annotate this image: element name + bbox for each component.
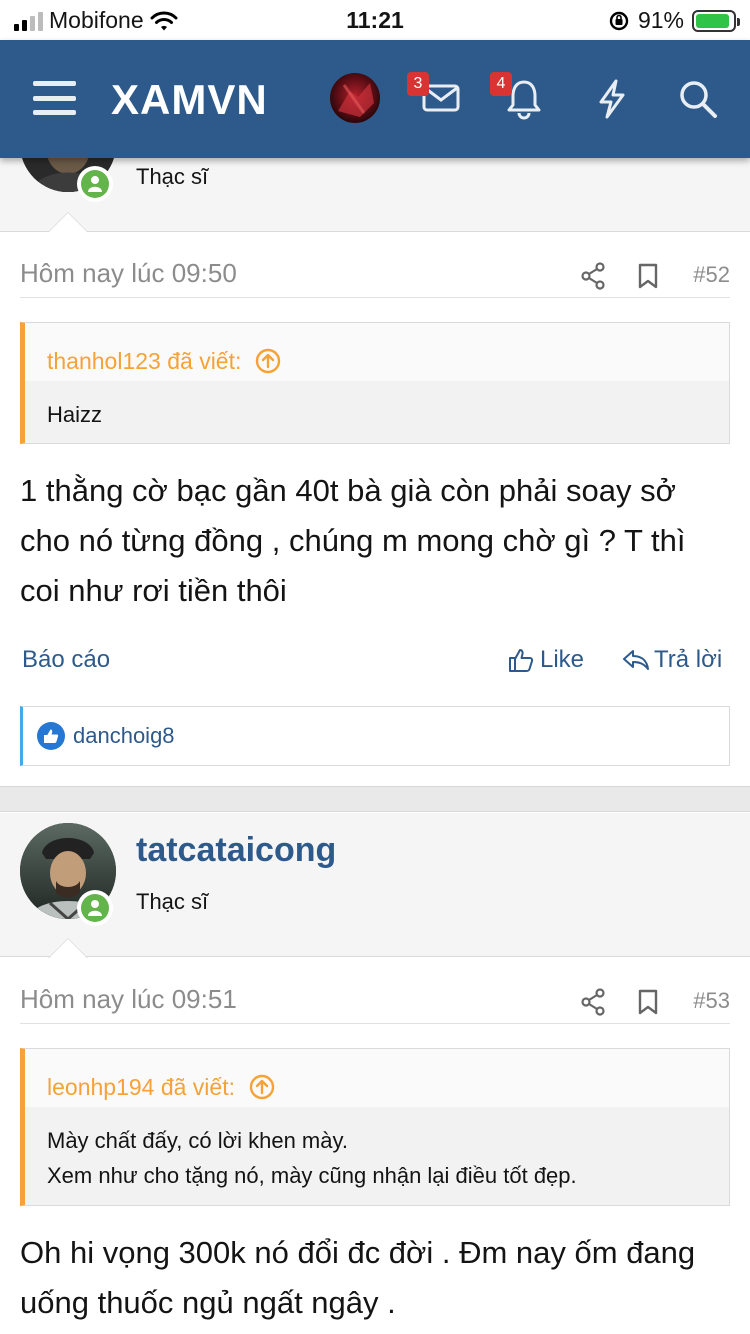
report-link[interactable]: Báo cáo xyxy=(22,646,110,674)
post-53-user-band: tatcataicong Thạc sĩ xyxy=(0,813,750,957)
inbox-badge: 3 xyxy=(407,72,429,96)
quote-body: Mày chất đấy, có lời khen mày. Xem như c… xyxy=(25,1107,729,1205)
like-button[interactable]: Like xyxy=(508,646,584,674)
site-logo[interactable]: XAMVN xyxy=(111,76,268,124)
battery-percent: 91% xyxy=(637,7,684,33)
share-icon[interactable] xyxy=(580,262,606,290)
online-status-icon xyxy=(77,890,113,926)
quote-author[interactable]: leonhp194 đã viết: xyxy=(47,1074,235,1101)
post-53-quote: leonhp194 đã viết: Mày chất đấy, có lời … xyxy=(20,1048,730,1206)
post-52-user-band: Thạc sĩ xyxy=(0,96,750,232)
post-52-reactions[interactable]: danchoig8 xyxy=(20,706,730,766)
message-caret xyxy=(48,938,88,958)
battery-icon xyxy=(692,9,740,32)
battery-level xyxy=(696,13,729,28)
reaction-users[interactable]: danchoig8 xyxy=(73,723,175,749)
quote-header[interactable]: leonhp194 đã viết: xyxy=(25,1049,729,1107)
quote-line: Xem như cho tặng nó, mày cũng nhận lại đ… xyxy=(47,1163,577,1188)
quote-line: Mày chất đấy, có lời khen mày. xyxy=(47,1128,348,1153)
post-53-body: Oh hi vọng 300k nó đổi đc đời . Đm nay ố… xyxy=(20,1235,696,1320)
quote-author[interactable]: thanhol123 đã viết: xyxy=(47,348,241,375)
user-title: Thạc sĩ xyxy=(136,889,209,914)
arrow-up-circle-icon[interactable] xyxy=(249,1074,275,1100)
post-52-meta: Hôm nay lúc 09:50 #52 xyxy=(20,254,730,298)
post-53-meta: Hôm nay lúc 09:51 #53 xyxy=(20,980,730,1024)
user-title: Thạc sĩ xyxy=(136,164,209,189)
orientation-lock-icon xyxy=(609,11,629,30)
post-separator xyxy=(0,786,750,812)
quote-line: Haizz xyxy=(47,402,103,427)
quote-body: Haizz xyxy=(25,381,729,443)
post-number[interactable]: #53 xyxy=(693,988,730,1014)
bookmark-icon[interactable] xyxy=(637,262,659,290)
search-button[interactable] xyxy=(677,78,721,122)
post-date[interactable]: Hôm nay lúc 09:51 xyxy=(20,984,237,1015)
reply-label: Trả lời xyxy=(654,646,723,673)
thumbs-up-icon xyxy=(509,649,534,672)
post-date[interactable]: Hôm nay lúc 09:50 xyxy=(20,258,237,289)
reply-button[interactable]: Trả lời xyxy=(622,646,722,674)
reply-icon xyxy=(623,650,649,670)
post-number[interactable]: #52 xyxy=(693,262,730,288)
thread-content: Thạc sĩ Hôm nay lúc 09:50 #52 thanhol123… xyxy=(0,96,750,1334)
bookmark-icon[interactable] xyxy=(637,988,659,1016)
alerts-button[interactable]: 4 xyxy=(490,72,548,122)
message-caret xyxy=(48,212,88,232)
like-label: Like xyxy=(540,646,585,673)
username[interactable]: tatcataicong xyxy=(136,831,336,870)
app-header: XAMVN 3 4 xyxy=(0,40,750,158)
alerts-badge: 4 xyxy=(490,72,512,96)
arrow-up-circle-icon[interactable] xyxy=(255,348,281,374)
like-reaction-icon xyxy=(37,722,65,750)
quote-header[interactable]: thanhol123 đã viết: xyxy=(25,323,729,381)
search-icon xyxy=(680,81,717,118)
online-status-icon xyxy=(77,166,113,202)
inbox-button[interactable]: 3 xyxy=(407,72,465,122)
post-52-actions: Báo cáo Like Trả lời xyxy=(20,642,730,682)
post-52-quote: thanhol123 đã viết: Haizz xyxy=(20,322,730,444)
status-bar: Mobifone 11:21 91% xyxy=(0,0,750,40)
menu-icon[interactable] xyxy=(33,81,76,115)
status-right: 91% xyxy=(608,7,740,34)
post-52-body: 1 thằng cờ bạc gần 40t bà già còn phải s… xyxy=(20,473,686,608)
share-icon[interactable] xyxy=(580,988,606,1016)
lightning-icon xyxy=(599,79,625,119)
whats-new-button[interactable] xyxy=(592,78,636,122)
account-avatar[interactable] xyxy=(330,73,380,123)
